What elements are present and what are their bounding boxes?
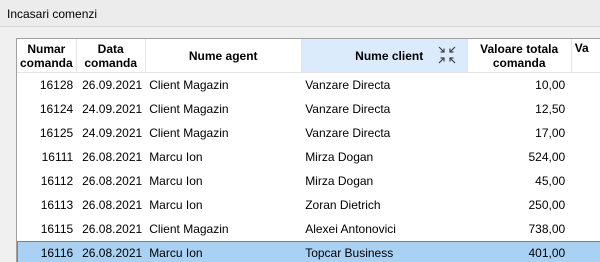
table-row-selected[interactable]: 16116 26.08.2021 Marcu Ion Topcar Busine… — [17, 241, 600, 262]
cell-client: Topcar Business — [301, 241, 468, 262]
cell-numar: 16128 — [39, 78, 74, 92]
column-header-extra[interactable]: Va — [571, 39, 600, 73]
cell-extra — [571, 97, 600, 121]
cell-valoare: 738,00 — [528, 222, 566, 236]
table-row[interactable]: 16111 26.08.2021 Marcu Ion Mirza Dogan 5… — [17, 145, 600, 169]
cell-data: 24.09.2021 — [82, 126, 143, 140]
table-row[interactable]: 16125 24.09.2021 Client Magazin Vanzare … — [17, 121, 600, 145]
cell-extra — [571, 193, 600, 217]
column-header-valoare[interactable]: Valoare totala comanda — [467, 39, 572, 73]
header-row: Numar comanda Data comanda Nume agent Nu… — [17, 39, 600, 73]
cell-valoare: 17,00 — [535, 126, 566, 140]
orders-grid[interactable]: Numar comanda Data comanda Nume agent Nu… — [16, 38, 600, 262]
cell-agent: Client Magazin — [149, 126, 229, 140]
cell-data: 26.08.2021 — [76, 241, 146, 262]
collapse-arrows-icon[interactable] — [437, 45, 457, 65]
cell-data: 26.09.2021 — [82, 78, 143, 92]
column-header-data[interactable]: Data comanda — [76, 39, 146, 73]
cell-client: Mirza Dogan — [305, 150, 374, 164]
cell-data: 26.08.2021 — [82, 198, 143, 212]
cell-agent: Marcu Ion — [145, 241, 302, 262]
cell-client: Mirza Dogan — [305, 174, 374, 188]
column-header-client[interactable]: Nume client — [301, 39, 468, 73]
table-row[interactable]: 16113 26.08.2021 Marcu Ion Zoran Dietric… — [17, 193, 600, 217]
cell-valoare: 10,00 — [535, 78, 566, 92]
cell-numar: 16116 — [17, 241, 77, 262]
cell-numar: 16113 — [40, 198, 74, 212]
cell-numar: 16125 — [39, 126, 74, 140]
cell-extra — [571, 121, 600, 145]
cell-extra — [571, 73, 600, 98]
cell-extra — [571, 169, 600, 193]
cell-agent: Client Magazin — [149, 222, 229, 236]
window-title: Incasari comenzi — [7, 7, 98, 21]
cell-client: Vanzare Directa — [305, 78, 391, 92]
orders-table: Numar comanda Data comanda Nume agent Nu… — [17, 39, 600, 262]
cell-numar: 16112 — [40, 174, 74, 188]
column-header-agent[interactable]: Nume agent — [145, 39, 302, 73]
window: Incasari comenzi Numar comanda Data coma… — [0, 0, 600, 262]
cell-valoare: 45,00 — [535, 174, 566, 188]
cell-data: 26.08.2021 — [82, 174, 143, 188]
table-row[interactable]: 16124 24.09.2021 Client Magazin Vanzare … — [17, 97, 600, 121]
cell-client: Vanzare Directa — [305, 126, 391, 140]
cell-agent: Marcu Ion — [149, 198, 203, 212]
cell-numar: 16111 — [41, 150, 74, 164]
cell-valoare: 12,50 — [535, 102, 566, 116]
cell-agent: Client Magazin — [149, 102, 229, 116]
cell-client: Alexei Antonovici — [305, 222, 396, 236]
cell-numar: 16115 — [40, 222, 74, 236]
table-row[interactable]: 16115 26.08.2021 Client Magazin Alexei A… — [17, 217, 600, 241]
cell-agent: Marcu Ion — [149, 174, 203, 188]
title-bar: Incasari comenzi — [0, 0, 600, 27]
cell-valoare: 401,00 — [467, 241, 572, 262]
cell-data: 24.09.2021 — [82, 102, 143, 116]
cell-agent: Client Magazin — [149, 78, 229, 92]
content-area: Numar comanda Data comanda Nume agent Nu… — [0, 27, 600, 262]
column-header-client-label: Nume client — [355, 48, 424, 63]
cell-extra — [571, 145, 600, 169]
cell-data: 26.08.2021 — [82, 150, 143, 164]
table-row[interactable]: 16128 26.09.2021 Client Magazin Vanzare … — [17, 73, 600, 98]
cell-data: 26.08.2021 — [82, 222, 143, 236]
column-header-numar[interactable]: Numar comanda — [17, 39, 77, 73]
cell-client: Vanzare Directa — [305, 102, 391, 116]
cell-numar: 16124 — [39, 102, 74, 116]
cell-extra — [571, 241, 600, 262]
cell-agent: Marcu Ion — [149, 150, 203, 164]
cell-valoare: 524,00 — [528, 150, 566, 164]
cell-valoare: 250,00 — [528, 198, 566, 212]
cell-client: Zoran Dietrich — [305, 198, 381, 212]
table-row[interactable]: 16112 26.08.2021 Marcu Ion Mirza Dogan 4… — [17, 169, 600, 193]
cell-extra — [571, 217, 600, 241]
